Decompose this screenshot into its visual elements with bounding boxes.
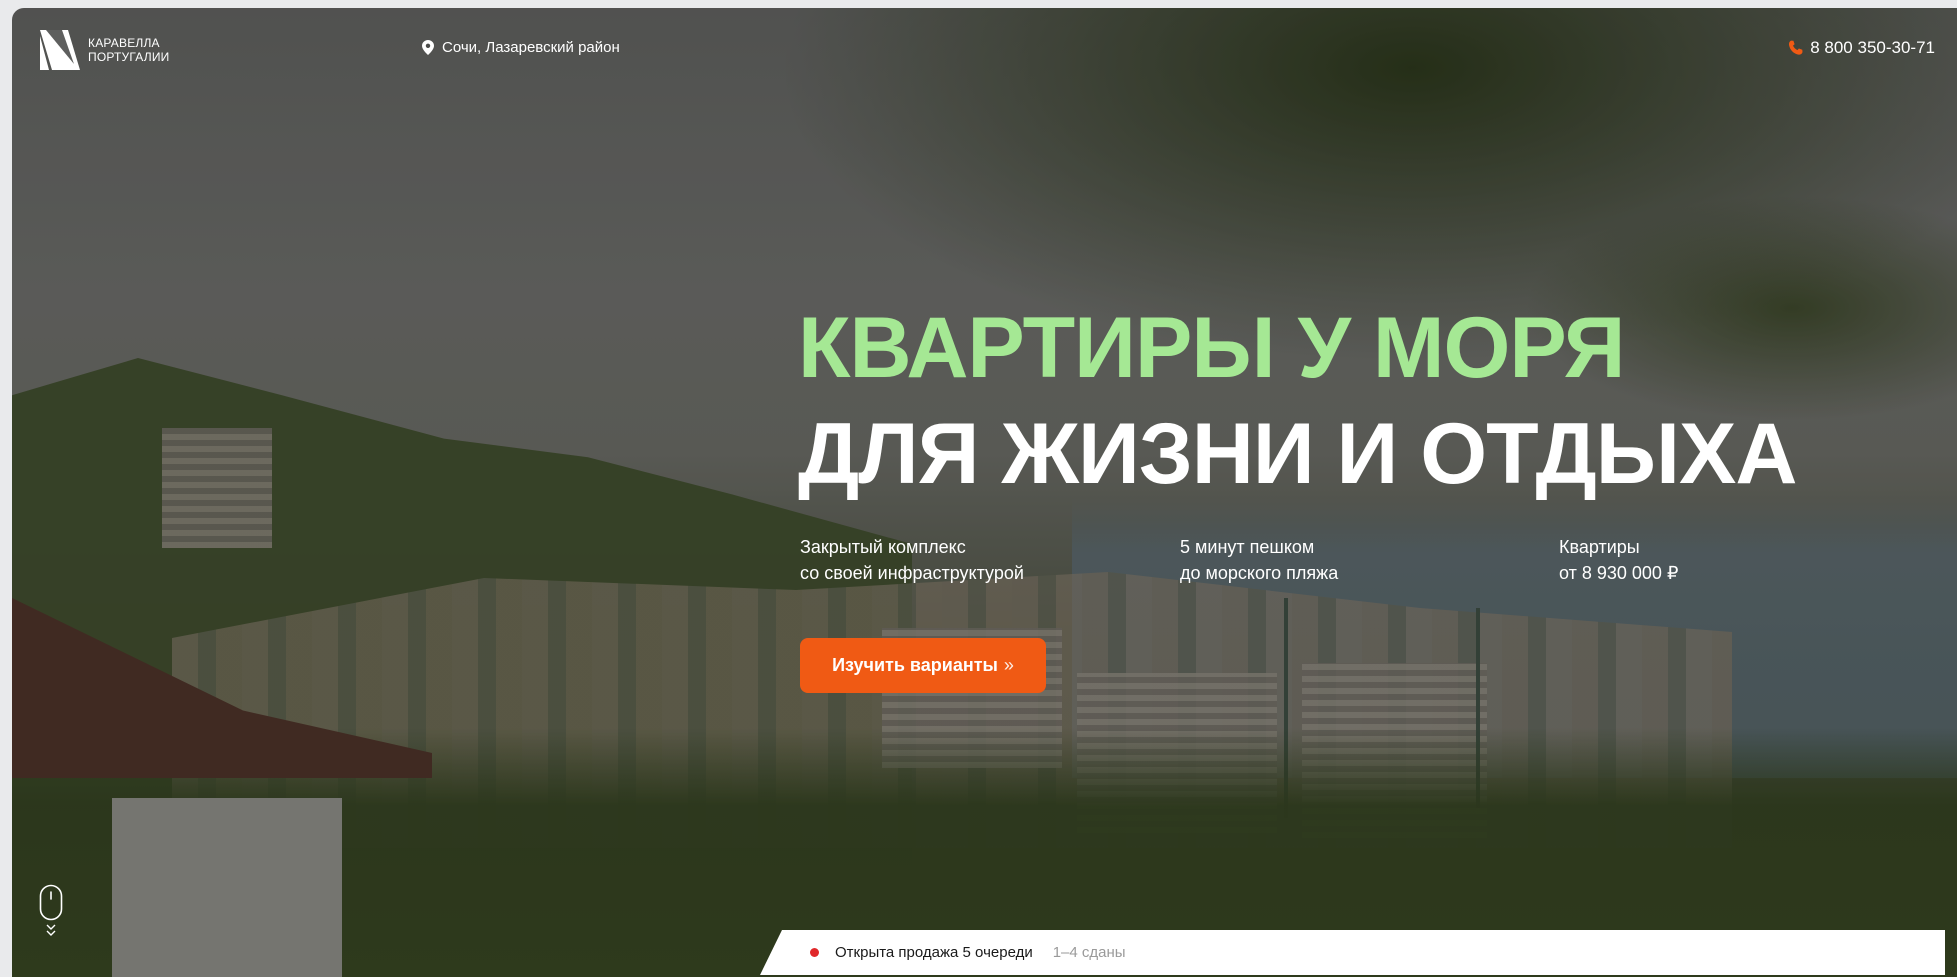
- logo-line2: ПОРТУГАЛИИ: [88, 50, 170, 64]
- mouse-scroll-icon[interactable]: [39, 884, 63, 940]
- cta-label: Изучить варианты: [832, 655, 998, 675]
- feature-line1: 5 минут пешком: [1180, 537, 1315, 557]
- status-dot-icon: [810, 948, 819, 957]
- location: Сочи, Лазаревский район: [422, 39, 620, 56]
- feature-line2: от 8 930 000 ₽: [1559, 563, 1679, 583]
- feature-item: 5 минут пешком до морского пляжа: [1180, 534, 1559, 586]
- phone-number: 8 800 350-30-71: [1810, 38, 1935, 57]
- explore-options-button[interactable]: Изучить варианты »: [800, 638, 1046, 693]
- logo[interactable]: КАРАВЕЛЛА ПОРТУГАЛИИ: [40, 30, 169, 70]
- hero-title-line2: ДЛЯ ЖИЗНИ И ОТДЫХА: [798, 406, 1797, 502]
- logo-text: КАРАВЕЛЛА ПОРТУГАЛИИ: [88, 36, 169, 64]
- location-pin-icon: [422, 40, 434, 55]
- phone-icon: [1789, 40, 1803, 55]
- hero-features: Закрытый комплекс со своей инфраструктур…: [800, 534, 1678, 586]
- status-main-text: Открыта продажа 5 очереди: [835, 944, 1033, 961]
- location-text: Сочи, Лазаревский район: [442, 39, 620, 56]
- feature-line1: Квартиры: [1559, 537, 1640, 557]
- feature-line2: до морского пляжа: [1180, 563, 1339, 583]
- feature-item: Закрытый комплекс со своей инфраструктур…: [800, 534, 1180, 586]
- hero-title-line1: КВАРТИРЫ У МОРЯ: [798, 300, 1625, 396]
- feature-item: Квартиры от 8 930 000 ₽: [1559, 534, 1678, 586]
- feature-line1: Закрытый комплекс: [800, 537, 966, 557]
- double-chevron-right-icon: »: [1003, 655, 1014, 675]
- status-sub-text: 1–4 сданы: [1052, 944, 1126, 961]
- feature-line2: со своей инфраструктурой: [800, 563, 1024, 583]
- sales-status-bar: Открыта продажа 5 очереди 1–4 сданы: [760, 930, 1945, 975]
- phone-link[interactable]: 8 800 350-30-71: [1788, 38, 1935, 58]
- logo-line1: КАРАВЕЛЛА: [88, 36, 160, 50]
- logo-mark-icon: [40, 30, 80, 70]
- hero-title: КВАРТИРЫ У МОРЯ ДЛЯ ЖИЗНИ И ОТДЫХА: [798, 295, 1797, 507]
